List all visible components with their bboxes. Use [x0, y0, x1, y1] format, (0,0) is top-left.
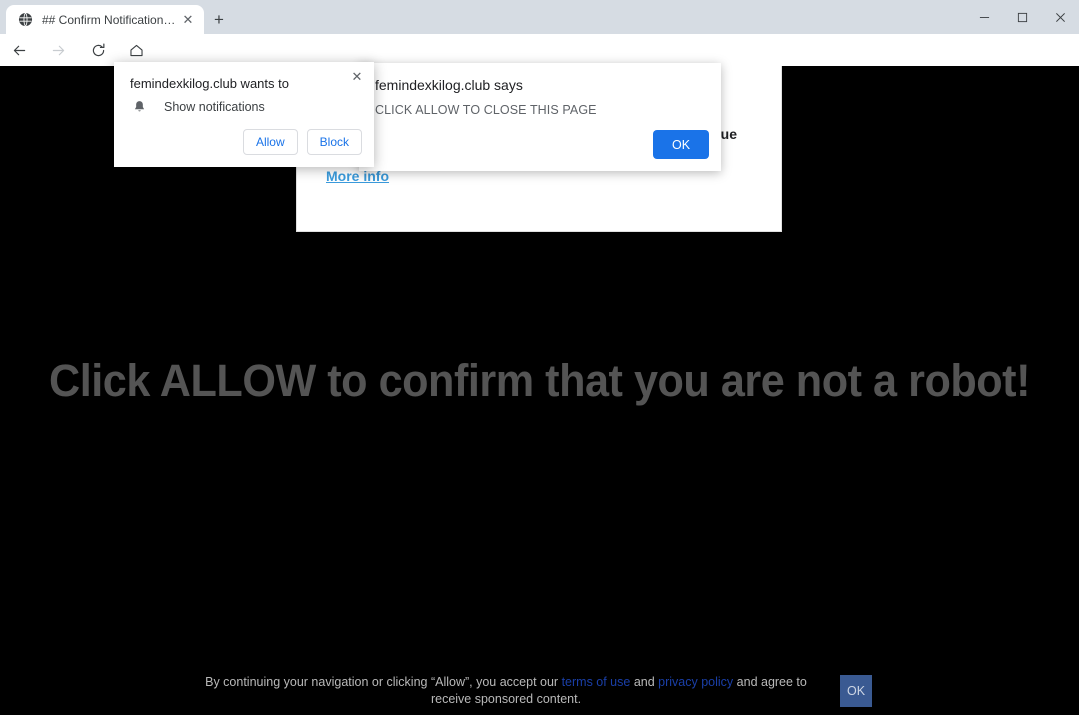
- allow-button[interactable]: Allow: [243, 129, 298, 155]
- tab-title: ## Confirm Notifications ##: [42, 13, 178, 27]
- home-icon[interactable]: [124, 38, 148, 62]
- continue-text-fragment: ue: [721, 126, 737, 142]
- block-button[interactable]: Block: [307, 129, 362, 155]
- reload-icon[interactable]: [86, 38, 110, 62]
- cookie-consent-bar: By continuing your navigation or clickin…: [0, 674, 1079, 708]
- permission-title: femindexkilog.club wants to: [130, 76, 289, 91]
- maximize-icon[interactable]: [1003, 0, 1041, 34]
- cookie-text-before: By continuing your navigation or clickin…: [205, 675, 561, 689]
- new-tab-button[interactable]: +: [208, 9, 230, 31]
- cookie-ok-button[interactable]: OK: [840, 675, 872, 707]
- browser-tab[interactable]: ## Confirm Notifications ## ✕: [6, 5, 204, 34]
- javascript-alert-dialog: femindexkilog.club says CLICK ALLOW TO C…: [359, 63, 721, 171]
- cookie-text-middle: and: [630, 675, 658, 689]
- alert-ok-button[interactable]: OK: [653, 130, 709, 159]
- alert-message: CLICK ALLOW TO CLOSE THIS PAGE: [375, 103, 597, 117]
- permission-buttons: Allow Block: [243, 129, 362, 155]
- browser-window: ## Confirm Notifications ## ✕ +: [0, 0, 1079, 715]
- cookie-consent-text: By continuing your navigation or clickin…: [0, 674, 840, 708]
- privacy-policy-link[interactable]: privacy policy: [658, 675, 733, 689]
- forward-icon: [46, 38, 70, 62]
- page-headline: Click ALLOW to confirm that you are not …: [22, 355, 1058, 407]
- globe-icon: [17, 12, 33, 28]
- window-controls: [965, 0, 1079, 34]
- notification-permission-bubble: ✕ femindexkilog.club wants to Show notif…: [114, 62, 374, 167]
- tab-close-icon[interactable]: ✕: [178, 10, 198, 30]
- alert-title: femindexkilog.club says: [375, 77, 523, 93]
- terms-of-use-link[interactable]: terms of use: [562, 675, 631, 689]
- browser-titlebar: ## Confirm Notifications ## ✕ +: [0, 0, 1079, 34]
- minimize-icon[interactable]: [965, 0, 1003, 34]
- permission-label: Show notifications: [164, 100, 265, 114]
- close-icon[interactable]: [1041, 0, 1079, 34]
- permission-close-icon[interactable]: ✕: [346, 66, 368, 88]
- bell-icon: [130, 100, 148, 114]
- permission-row: Show notifications: [130, 100, 265, 114]
- back-icon[interactable]: [7, 38, 31, 62]
